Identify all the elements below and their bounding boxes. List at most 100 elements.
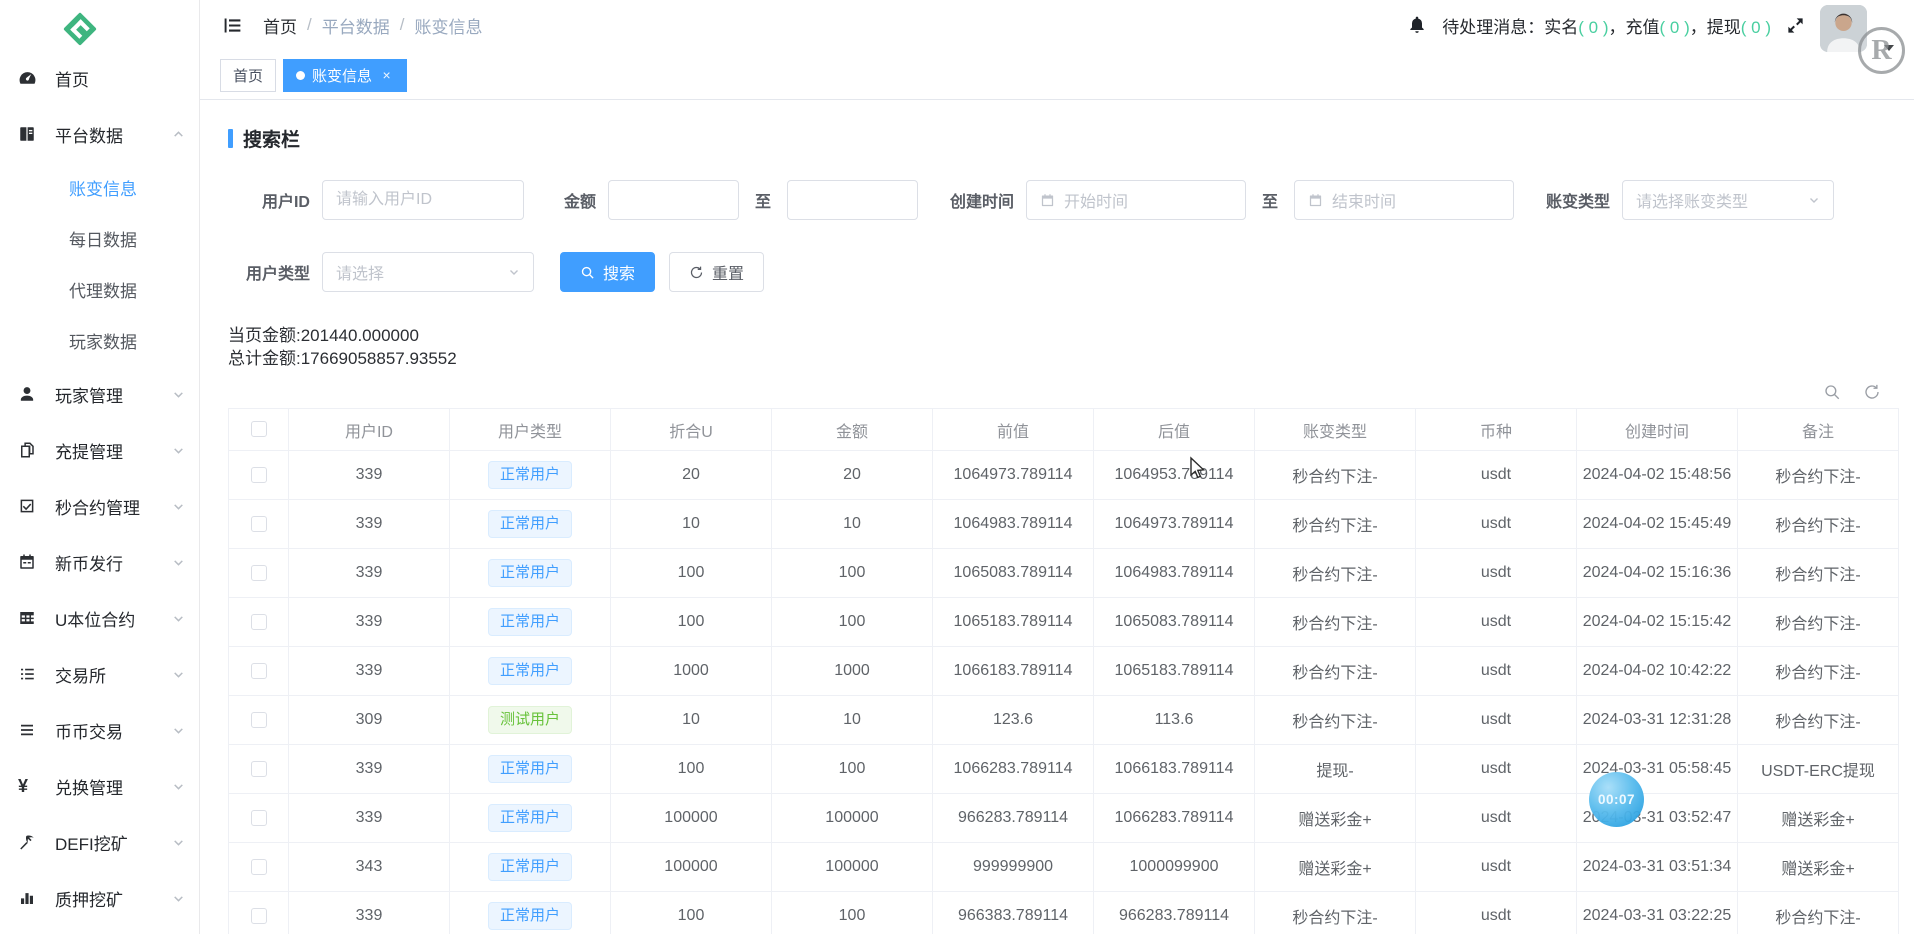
sidebar-item-6[interactable]: U本位合约 [0, 590, 199, 646]
sidebar-subitem-1-1[interactable]: 每日数据 [0, 213, 199, 264]
chevron-down-icon [172, 556, 185, 569]
table-header-cell: 用户类型 [450, 409, 611, 451]
breadcrumb: 首页/平台数据/账变信息 [263, 13, 482, 38]
recording-timer-overlay: 00:07 [1589, 772, 1644, 827]
sidebar-subitem-1-0[interactable]: 账变信息 [0, 162, 199, 213]
table-cell: 100000 [772, 794, 933, 843]
change-type-select[interactable]: 请选择账变类型 [1622, 180, 1834, 220]
main-table: 用户ID用户类型折合U金额前值后值账变类型币种创建时间备注 339正常用户202… [228, 408, 1899, 934]
table-cell: 1066183.789114 [933, 647, 1094, 696]
end-time-input[interactable]: 结束时间 [1294, 180, 1514, 220]
table-cell: 339 [289, 598, 450, 647]
user-type-tag: 正常用户 [488, 804, 572, 832]
table-cell: 1065083.789114 [1094, 598, 1255, 647]
created-to-label: 至 [1262, 188, 1278, 212]
avatar-caret-icon[interactable] [1884, 45, 1894, 51]
tab-close-icon[interactable]: × [379, 68, 394, 83]
table-cell [229, 843, 289, 892]
sidebar-item-1[interactable]: 平台数据 [0, 106, 199, 162]
table-cell: 1064983.789114 [1094, 549, 1255, 598]
sidebar-item-7[interactable]: 交易所 [0, 646, 199, 702]
avatar[interactable] [1820, 5, 1867, 52]
user-type-select[interactable]: 请选择 [322, 252, 534, 292]
chevron-down-icon [172, 780, 185, 793]
user-type-tag: 正常用户 [488, 755, 572, 783]
sidebar-item-4[interactable]: 秒合约管理 [0, 478, 199, 534]
sidebar-item-8[interactable]: 币币交易 [0, 702, 199, 758]
total-amount-text: 总计金额:17669058857.93552 [228, 347, 1899, 370]
reset-button[interactable]: 重置 [669, 252, 764, 292]
table-cell: 正常用户 [450, 647, 611, 696]
sidebar-item-3[interactable]: 充提管理 [0, 422, 199, 478]
sidebar-subitem-1-2[interactable]: 代理数据 [0, 264, 199, 315]
table-search-icon[interactable] [1823, 383, 1841, 401]
row-checkbox[interactable] [251, 614, 267, 630]
table-cell [229, 500, 289, 549]
table-toolbar [228, 370, 1899, 408]
table-cell: 1064953.789114 [1094, 451, 1255, 500]
tab-0[interactable]: 首页 [220, 59, 276, 92]
row-checkbox[interactable] [251, 565, 267, 581]
table-cell: 测试用户 [450, 696, 611, 745]
notice-item-count: ( 0 ) [1578, 18, 1608, 37]
table-cell: 1064983.789114 [933, 500, 1094, 549]
reset-button-label: 重置 [712, 260, 744, 284]
table-cell: 10 [772, 696, 933, 745]
table-cell: usdt [1416, 549, 1577, 598]
pending-messages: 待处理消息：实名( 0 )，充值( 0 )，提现( 0 ) [1442, 13, 1771, 38]
transfer-doc-icon [18, 441, 40, 459]
page-content: 搜索栏 用户ID 金额 至 创建时间 开始时间 [200, 100, 1914, 934]
table-cell: 提现- [1255, 745, 1416, 794]
table-cell: 20 [611, 451, 772, 500]
table-cell [229, 794, 289, 843]
table-cell: 100000 [611, 843, 772, 892]
table-cell [229, 647, 289, 696]
table-cell: 秒合约下注- [1255, 696, 1416, 745]
fullscreen-icon[interactable] [1786, 16, 1805, 35]
row-checkbox[interactable] [251, 712, 267, 728]
select-all-checkbox[interactable] [251, 421, 267, 437]
sidebar-item-5[interactable]: 新币发行 [0, 534, 199, 590]
sidebar-item-0[interactable]: 首页 [0, 50, 199, 106]
sidebar-subitem-1-3[interactable]: 玩家数据 [0, 315, 199, 366]
breadcrumb-item[interactable]: 平台数据 [322, 13, 390, 38]
row-checkbox[interactable] [251, 761, 267, 777]
row-checkbox[interactable] [251, 810, 267, 826]
table-cell [229, 745, 289, 794]
row-checkbox[interactable] [251, 467, 267, 483]
amount-min-input[interactable] [608, 180, 739, 220]
app-logo [0, 0, 199, 50]
start-time-input[interactable]: 开始时间 [1026, 180, 1246, 220]
sidebar-item-10[interactable]: DEFI挖矿 [0, 814, 199, 870]
table-cell: 966283.789114 [933, 794, 1094, 843]
table-cell: 339 [289, 451, 450, 500]
search-button[interactable]: 搜索 [560, 252, 655, 292]
tab-1[interactable]: 账变信息× [283, 59, 407, 92]
search-form-row-1: 用户ID 金额 至 创建时间 开始时间 至 [228, 180, 1899, 220]
table-row-6: 339正常用户1001001066283.7891141066183.78911… [229, 745, 1899, 794]
chevron-down-icon [172, 724, 185, 737]
hamburger-icon[interactable] [222, 15, 243, 36]
row-checkbox[interactable] [251, 663, 267, 679]
table-refresh-icon[interactable] [1863, 383, 1881, 401]
end-time-placeholder: 结束时间 [1332, 188, 1396, 212]
row-checkbox[interactable] [251, 859, 267, 875]
table-cell: 2024-04-02 15:48:56 [1577, 451, 1738, 500]
row-checkbox[interactable] [251, 516, 267, 532]
bell-icon[interactable] [1407, 15, 1427, 35]
amount-max-input[interactable] [787, 180, 918, 220]
table-cell: 秒合约下注- [1255, 549, 1416, 598]
table-cell: usdt [1416, 647, 1577, 696]
breadcrumb-item[interactable]: 首页 [263, 13, 297, 38]
table-header-row: 用户ID用户类型折合U金额前值后值账变类型币种创建时间备注 [229, 409, 1899, 451]
user-id-input[interactable] [322, 180, 524, 220]
table-cell: USDT-ERC提现 [1738, 745, 1899, 794]
table-cell: 秒合约下注- [1738, 451, 1899, 500]
sidebar-item-2[interactable]: 玩家管理 [0, 366, 199, 422]
table-cell: 正常用户 [450, 500, 611, 549]
sidebar-item-9[interactable]: ¥兑换管理 [0, 758, 199, 814]
row-checkbox[interactable] [251, 908, 267, 924]
sidebar-item-label: 充提管理 [55, 438, 172, 463]
sidebar-item-11[interactable]: 质押挖矿 [0, 870, 199, 926]
change-type-placeholder: 请选择账变类型 [1636, 188, 1748, 212]
